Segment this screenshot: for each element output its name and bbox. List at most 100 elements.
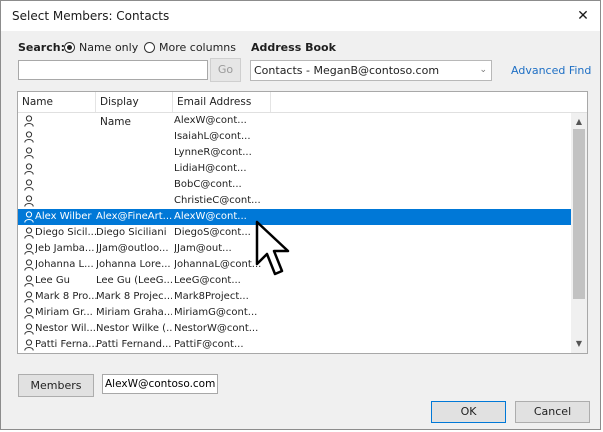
contact-row[interactable]: LidiaH@cont... <box>18 161 572 177</box>
contact-row[interactable]: AlexW@cont... <box>18 113 572 129</box>
address-book-selected: Contacts - MeganB@contoso.com <box>254 64 440 77</box>
contact-icon-cell <box>22 241 34 257</box>
list-rows: AlexW@cont... IsaiahL@cont... LynneR@cont.… <box>18 113 572 353</box>
person-icon <box>24 275 34 287</box>
contact-email: LidiaH@cont... <box>174 163 247 174</box>
contact-row[interactable]: Mark 8 Pro... Mark 8 Projec... Mark8Projec… <box>18 289 572 305</box>
contact-email: PattiF@cont... <box>174 339 244 350</box>
column-header-name[interactable]: Name <box>18 92 96 112</box>
contact-icon-cell <box>22 177 34 193</box>
contact-row[interactable]: Patti Ferna... Patti Fernand... PattiF@con… <box>18 337 572 353</box>
radio-unselected-icon <box>144 41 155 53</box>
contact-row[interactable]: Diego Sicil... Diego Siciliani DiegoS@cont… <box>18 225 572 241</box>
contact-display-name: Johanna Lore... <box>96 259 171 270</box>
cancel-button[interactable]: Cancel <box>515 401 590 423</box>
mouse-pointer-icon <box>255 220 290 276</box>
chevron-down-icon: ⌄ <box>479 65 487 75</box>
title-bar: Select Members: Contacts ✕ <box>1 1 600 31</box>
close-icon[interactable]: ✕ <box>574 7 592 25</box>
contact-icon-cell <box>22 321 34 337</box>
person-icon <box>24 131 34 143</box>
contact-icon-cell <box>22 129 34 145</box>
person-icon <box>24 259 34 271</box>
person-icon <box>24 147 34 159</box>
contact-icon-cell <box>22 225 34 241</box>
contact-display-name: Nestor Wilke (... <box>96 323 172 334</box>
contact-email: AlexW@cont... <box>174 211 247 222</box>
contact-row[interactable]: Nestor Wil... Nestor Wilke (... NestorW@co… <box>18 321 572 337</box>
contacts-list[interactable]: Name Display Name Email Address AlexW@co… <box>17 91 588 354</box>
contact-email: LynneR@cont... <box>174 147 252 158</box>
contact-icon-cell <box>22 337 34 353</box>
contact-icon-cell <box>22 305 34 321</box>
contact-row[interactable]: Jeb Jamba... JJam@outloo... JJam@out... <box>18 241 572 257</box>
person-icon <box>24 307 34 319</box>
scroll-down-icon[interactable]: ▼ <box>571 337 587 351</box>
contact-email: NestorW@cont... <box>174 323 259 334</box>
person-icon <box>24 179 34 191</box>
search-label: Search: <box>18 41 65 54</box>
contact-icon-cell <box>22 113 34 129</box>
radio-selected-icon <box>64 41 75 53</box>
column-header-email[interactable]: Email Address <box>173 92 271 112</box>
members-button[interactable]: Members <box>18 374 94 397</box>
contact-icon-cell <box>22 161 34 177</box>
contact-icon-cell <box>22 209 34 225</box>
contact-display-name: Mark 8 Projec... <box>96 291 172 302</box>
contact-row[interactable]: Miriam Gr... Miriam Graha... MiriamG@cont.… <box>18 305 572 321</box>
contact-email: JJam@out... <box>174 243 232 254</box>
radio-name-only[interactable]: Name only <box>64 39 138 55</box>
contact-display-name: Alex@FineArt... <box>96 211 172 222</box>
contact-email: LeeG@cont... <box>174 275 241 286</box>
contact-row[interactable]: BobC@cont... <box>18 177 572 193</box>
contact-display-name: Patti Fernand... <box>96 339 172 350</box>
contact-email: DiegoS@cont... <box>174 227 251 238</box>
person-icon <box>24 227 34 239</box>
search-input[interactable] <box>18 60 208 80</box>
person-icon <box>24 195 34 207</box>
contact-row[interactable]: IsaiahL@cont... <box>18 129 572 145</box>
contact-display-name: Lee Gu (LeeG... <box>96 275 172 286</box>
select-members-dialog: Select Members: Contacts ✕ Search: Name … <box>0 0 601 430</box>
person-icon <box>24 115 34 127</box>
contact-email: ChristieC@cont... <box>174 195 261 206</box>
advanced-find-link[interactable]: Advanced Find <box>511 64 591 77</box>
radio-more-columns[interactable]: More columns <box>144 39 236 55</box>
person-icon <box>24 163 34 175</box>
scroll-up-icon[interactable]: ▲ <box>571 115 587 129</box>
contact-email: JohannaL@cont... <box>174 259 262 270</box>
contact-email: Mark8Project... <box>174 291 249 302</box>
person-icon <box>24 243 34 255</box>
members-input[interactable] <box>102 374 218 394</box>
contact-display-name: Diego Siciliani <box>96 227 167 238</box>
contact-email: MiriamG@cont... <box>174 307 258 318</box>
list-header: Name Display Name Email Address <box>18 92 587 128</box>
contact-row[interactable]: Johanna L... Johanna Lore... JohannaL@cont… <box>18 257 572 273</box>
go-button[interactable]: Go <box>210 58 241 82</box>
contact-email: IsaiahL@cont... <box>174 131 251 142</box>
person-icon <box>24 211 34 223</box>
radio-more-columns-label: More columns <box>159 40 236 54</box>
person-icon <box>24 323 34 335</box>
radio-name-only-label: Name only <box>79 40 139 54</box>
scroll-thumb[interactable] <box>573 129 585 299</box>
contact-icon-cell <box>22 257 34 273</box>
contact-display-name: Miriam Graha... <box>96 307 172 318</box>
contact-row[interactable]: Lee Gu Lee Gu (LeeG... LeeG@cont... <box>18 273 572 289</box>
contact-icon-cell <box>22 145 34 161</box>
contact-row[interactable]: LynneR@cont... <box>18 145 572 161</box>
address-book-label: Address Book <box>251 41 336 54</box>
contact-display-name: JJam@outloo... <box>96 243 169 254</box>
column-header-display-name[interactable]: Display Name <box>96 92 173 128</box>
contact-icon-cell <box>22 273 34 289</box>
contact-icon-cell <box>22 289 34 305</box>
person-icon <box>24 339 34 351</box>
vertical-scrollbar[interactable]: ▲ ▼ <box>571 113 587 353</box>
address-book-dropdown[interactable]: Contacts - MeganB@contoso.com ⌄ <box>250 60 492 81</box>
contact-row[interactable]: Alex Wilber Alex@FineArt... AlexW@cont... <box>18 209 572 225</box>
contact-email: AlexW@cont... <box>174 115 247 126</box>
contact-row[interactable]: ChristieC@cont... <box>18 193 572 209</box>
contact-icon-cell <box>22 193 34 209</box>
contact-email: BobC@cont... <box>174 179 242 190</box>
ok-button[interactable]: OK <box>431 401 506 423</box>
